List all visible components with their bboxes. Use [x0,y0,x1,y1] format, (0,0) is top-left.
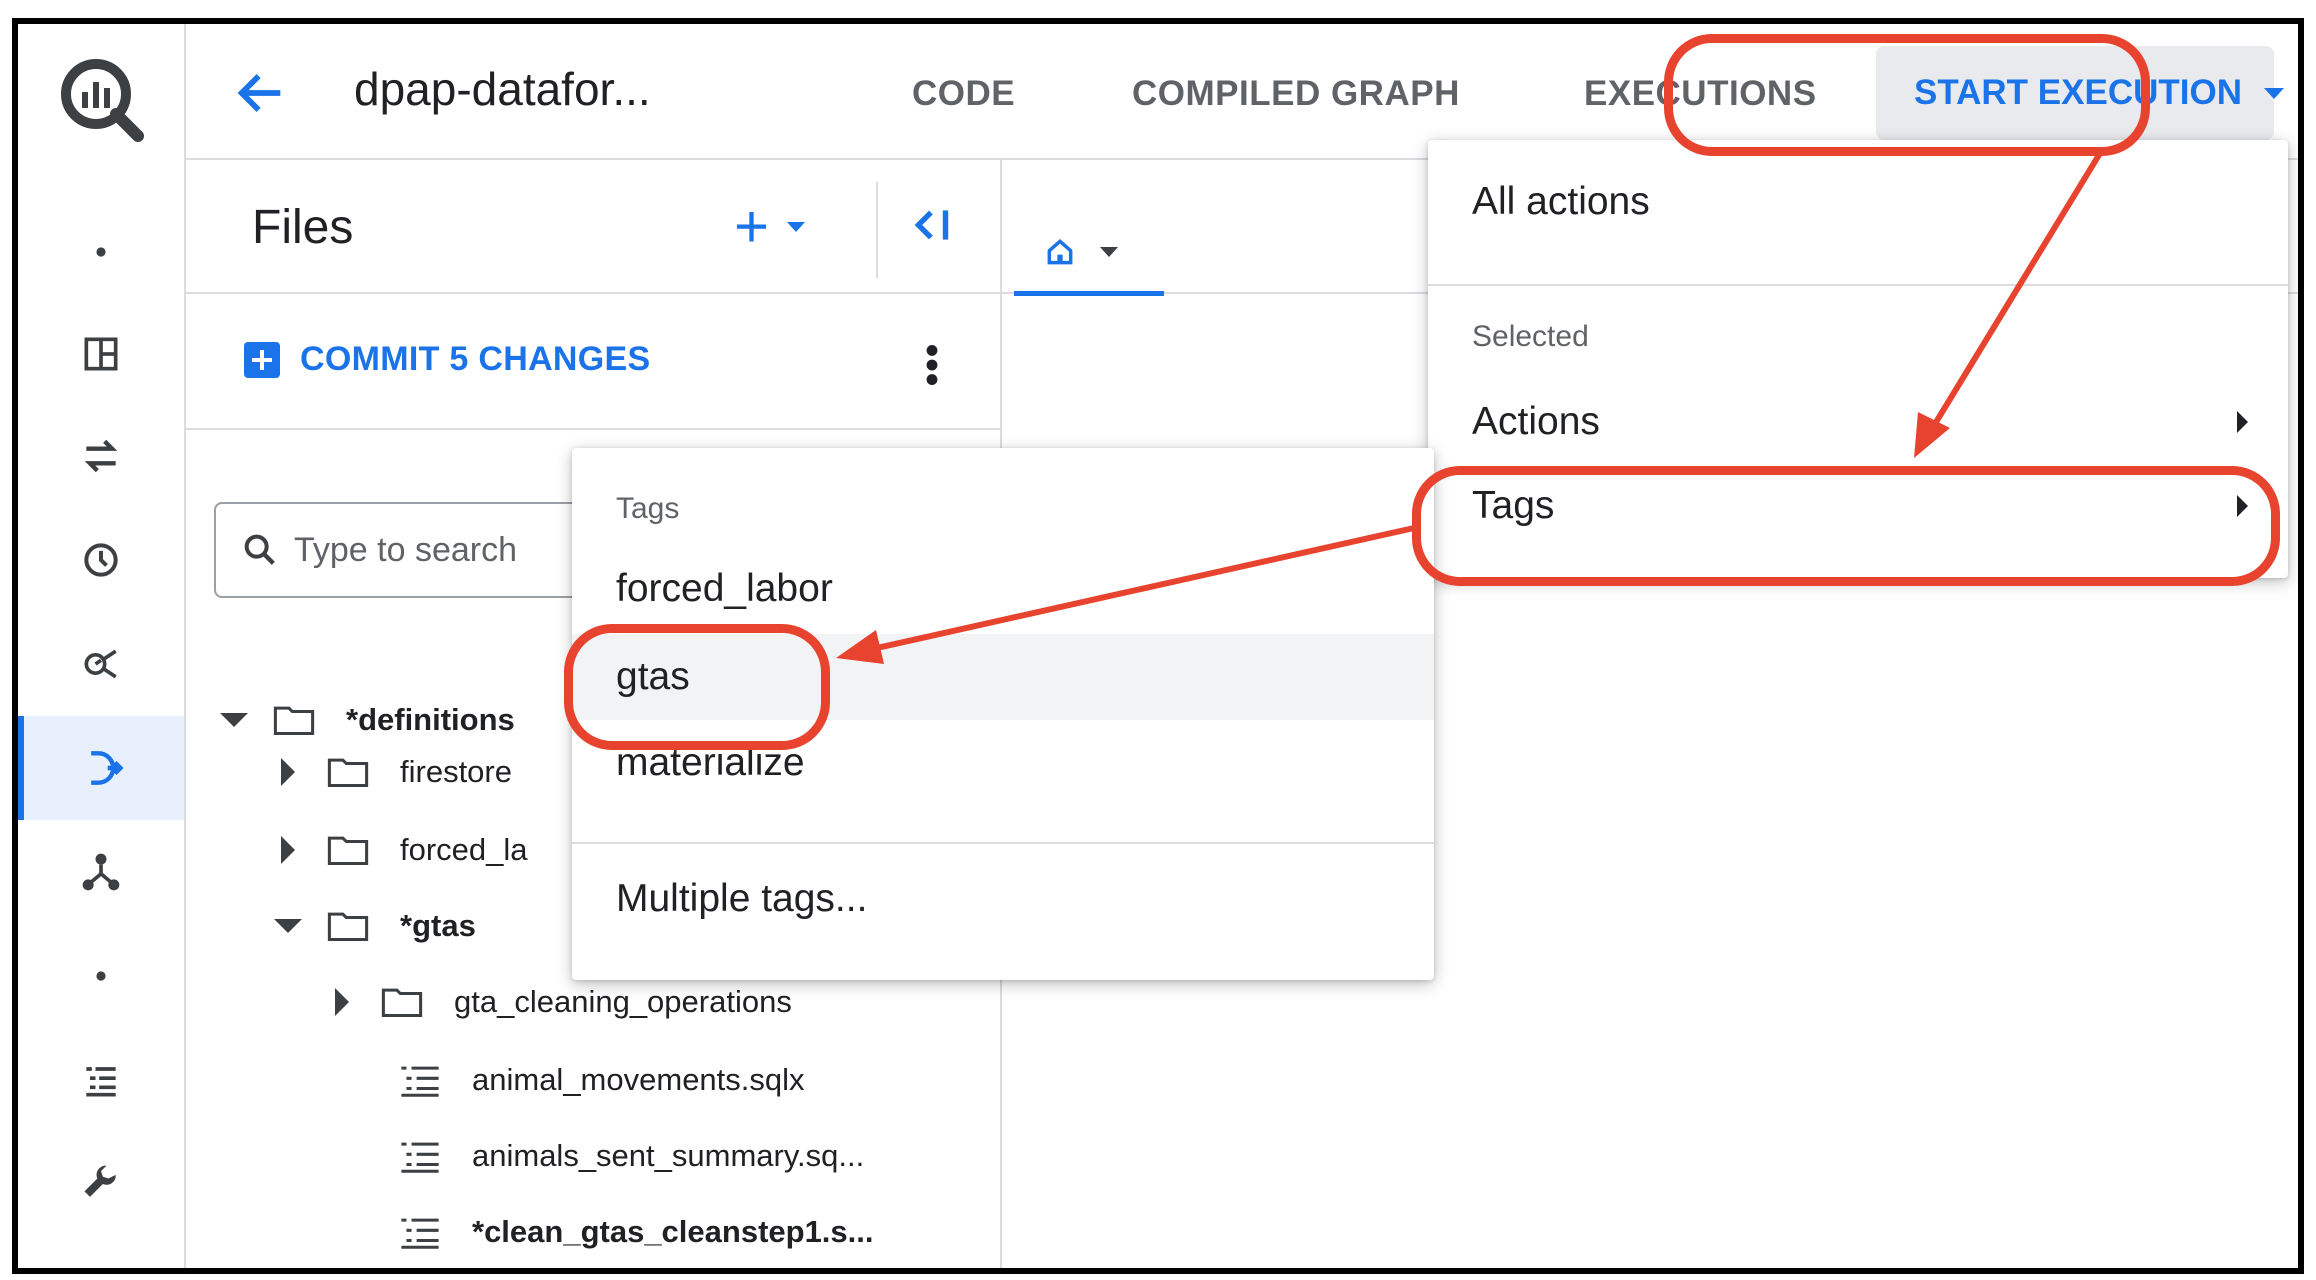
home-icon [1047,238,1073,264]
submenu-arrow-icon [2237,411,2248,433]
expand-right-icon[interactable] [270,754,306,790]
dataform-icon [91,751,124,785]
tab-executions[interactable]: EXECUTIONS [1584,74,1817,114]
tree-row-definitions[interactable]: *definitions [216,690,515,750]
submenu-arrow-icon [2237,495,2248,517]
files-header: Files + [186,160,1000,294]
search-icon [244,534,275,565]
transfer-icon [84,439,118,473]
tree-item-label: *definitions [346,702,515,737]
plus-icon: + [734,193,770,260]
commit-changes-label: COMMIT 5 CHANGES [300,340,651,378]
tree-item-label: firestore [400,754,512,789]
expand-right-icon[interactable] [324,984,360,1020]
dot-icon [96,247,106,257]
menu-section-label: Tags [616,492,680,525]
menu-section-label: Selected [1472,320,1589,353]
menu-divider [572,842,1434,844]
search-input[interactable] [294,530,594,570]
rail-panel-icon[interactable] [18,302,184,406]
folder-icon [381,988,423,1018]
app-frame: dpap-datafor... CODE COMPILED GRAPH EXEC… [12,18,2304,1274]
more-vert-icon[interactable] [912,340,952,390]
rail-history-icon[interactable] [18,508,184,612]
menu-item-all-actions[interactable]: All actions [1472,180,1650,224]
chevron-down-icon [1100,246,1118,257]
rail-dot-icon[interactable] [18,200,184,304]
folder-icon [327,912,369,942]
tag-label: forced_labor [616,567,833,610]
tree-row-animals-sent-summary[interactable]: animals_sent_summary.sq... [378,1126,864,1186]
tree-item-label: animals_sent_summary.sq... [472,1138,865,1173]
history-icon [84,543,118,577]
folder-icon [327,758,369,788]
tree-item-label: animal_movements.sqlx [472,1062,805,1097]
tree-item-label: *clean_gtas_cleanstep1.s... [472,1214,874,1249]
tree-row-forced-labor[interactable]: forced_la [270,820,528,880]
tree-row-clean-gtas-cleanstep1[interactable]: *clean_gtas_cleanstep1.s... [378,1202,874,1262]
rail-dataform-icon[interactable] [18,716,184,820]
commit-row: COMMIT 5 CHANGES [186,294,1000,430]
analytics-icon [84,649,117,679]
tags-submenu: Tags forced_labor gtas materialize Multi… [572,448,1434,980]
expand-right-icon[interactable] [270,832,306,868]
tag-item-gtas[interactable]: gtas [572,634,1434,720]
rail-transfer-icon[interactable] [18,404,184,508]
chevron-down-icon [787,222,806,232]
rail-graph-icon[interactable] [18,820,184,924]
tree-row-animal-movements[interactable]: animal_movements.sqlx [378,1050,805,1110]
collapse-panel-icon[interactable] [908,200,958,250]
tree-item-label: forced_la [400,832,528,867]
sqlx-file-icon [401,1142,439,1173]
tag-item-forced-labor[interactable]: forced_labor [572,546,1434,632]
sqlx-file-icon [401,1066,439,1097]
file-search-box[interactable] [214,502,634,598]
dot-icon [96,971,106,981]
expand-down-icon[interactable] [216,702,252,738]
tab-compiled-graph[interactable]: COMPILED GRAPH [1132,74,1460,114]
bigquery-logo-icon[interactable] [54,52,150,148]
menu-item-label: Tags [1472,484,1555,527]
rail-analytics-icon[interactable] [18,612,184,716]
tree-row-gta-cleaning-operations[interactable]: gta_cleaning_operations [324,972,792,1032]
start-execution-button[interactable]: START EXECUTION [1876,46,2284,140]
back-arrow-icon[interactable] [232,64,290,122]
tag-item-materialize[interactable]: materialize [572,720,1434,806]
start-execution-label: START EXECUTION [1914,73,2242,112]
tag-label: gtas [616,655,690,698]
tag-label: materialize [616,741,805,784]
add-file-button[interactable]: + [734,193,806,260]
start-execution-menu: All actions Selected Actions Tags [1428,140,2288,578]
left-rail [18,24,186,1268]
tree-item-label: gta_cleaning_operations [454,984,792,1019]
folder-icon [273,706,315,736]
commit-changes-button[interactable]: COMMIT 5 CHANGES [244,340,650,379]
tag-label: Multiple tags... [616,877,868,920]
chevron-down-icon [2263,87,2284,99]
rail-dot-icon-2[interactable] [18,924,184,1028]
files-title: Files [252,201,354,254]
wrench-icon [84,1165,116,1197]
expand-down-icon[interactable] [270,908,306,944]
tree-row-gtas[interactable]: *gtas [270,896,476,956]
panel-icon [84,337,118,371]
tab-code[interactable]: CODE [912,74,1015,114]
menu-item-tags[interactable]: Tags [1428,464,2288,548]
graph-icon [82,853,120,891]
home-tab[interactable] [1014,212,1164,296]
tag-item-multiple-tags[interactable]: Multiple tags... [572,856,1434,942]
rail-list-icon[interactable] [18,1028,184,1132]
sqlx-file-icon [401,1218,439,1249]
list-icon [86,1067,116,1097]
divider [876,182,878,278]
menu-divider [1428,284,2288,286]
menu-item-label: Actions [1472,400,1600,443]
tree-row-firestore[interactable]: firestore [270,742,512,802]
menu-item-actions[interactable]: Actions [1428,380,2288,464]
repository-title: dpap-datafor... [354,63,651,115]
folder-icon [327,836,369,866]
add-box-icon [244,341,280,378]
rail-wrench-icon[interactable] [18,1132,184,1236]
tree-item-label: *gtas [400,908,476,943]
